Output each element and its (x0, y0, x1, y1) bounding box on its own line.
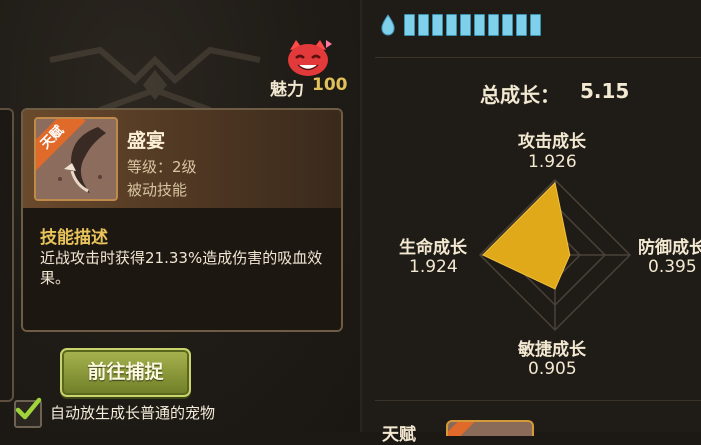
water-drop-icon (381, 14, 395, 36)
skill-name: 盛宴 (127, 130, 166, 152)
energy-segment (460, 14, 471, 36)
energy-segment (418, 14, 429, 36)
energy-segment (530, 14, 541, 36)
energy-segment (404, 14, 415, 36)
total-growth-value: 5.15 (580, 79, 630, 103)
skill-description-title: 技能描述 (40, 228, 108, 248)
energy-segment (432, 14, 443, 36)
skill-icon[interactable]: 天赋 (34, 117, 118, 201)
panel-divider (360, 0, 362, 432)
hp-growth-value: 1.924 (409, 257, 458, 277)
talent-label: 天赋 (382, 425, 416, 445)
growth-radar-chart (478, 178, 632, 332)
radar-fill-area (481, 181, 571, 290)
hp-growth-label: 生命成长 (399, 238, 467, 258)
skill-level: 等级：2级 (127, 158, 197, 176)
pet-list-edge[interactable] (0, 108, 14, 402)
attack-growth-label: 攻击成长 (518, 132, 586, 152)
attack-growth-value: 1.926 (528, 152, 577, 172)
skill-card: 天赋 盛宴 等级：2级 被动技能 技能描述 近战攻击时获得21.33%造成伤害的… (21, 108, 343, 332)
auto-release-checkbox[interactable] (14, 397, 42, 428)
energy-segment (474, 14, 485, 36)
defense-growth-label: 防御成长 (638, 238, 701, 258)
charm-label: 魅力 (270, 80, 304, 100)
agility-growth-value: 0.905 (528, 359, 577, 379)
energy-segment (516, 14, 527, 36)
auto-release-label: 自动放生成长普通的宠物 (50, 404, 216, 422)
energy-segment (446, 14, 457, 36)
talent-skill-icon[interactable] (446, 420, 534, 436)
divider-line (375, 57, 701, 58)
skill-description-text: 近战攻击时获得21.33%造成伤害的吸血效果。 (40, 249, 323, 287)
checkmark-icon (15, 397, 42, 420)
total-growth-label: 总成长： (480, 83, 560, 107)
divider-line-bottom (375, 400, 701, 401)
energy-segment (488, 14, 499, 36)
defense-growth-value: 0.395 (648, 257, 697, 277)
skill-type: 被动技能 (127, 181, 188, 199)
go-capture-button[interactable]: 前往捕捉 (60, 348, 191, 397)
energy-segment (502, 14, 513, 36)
charm-value: 100 (312, 75, 348, 95)
